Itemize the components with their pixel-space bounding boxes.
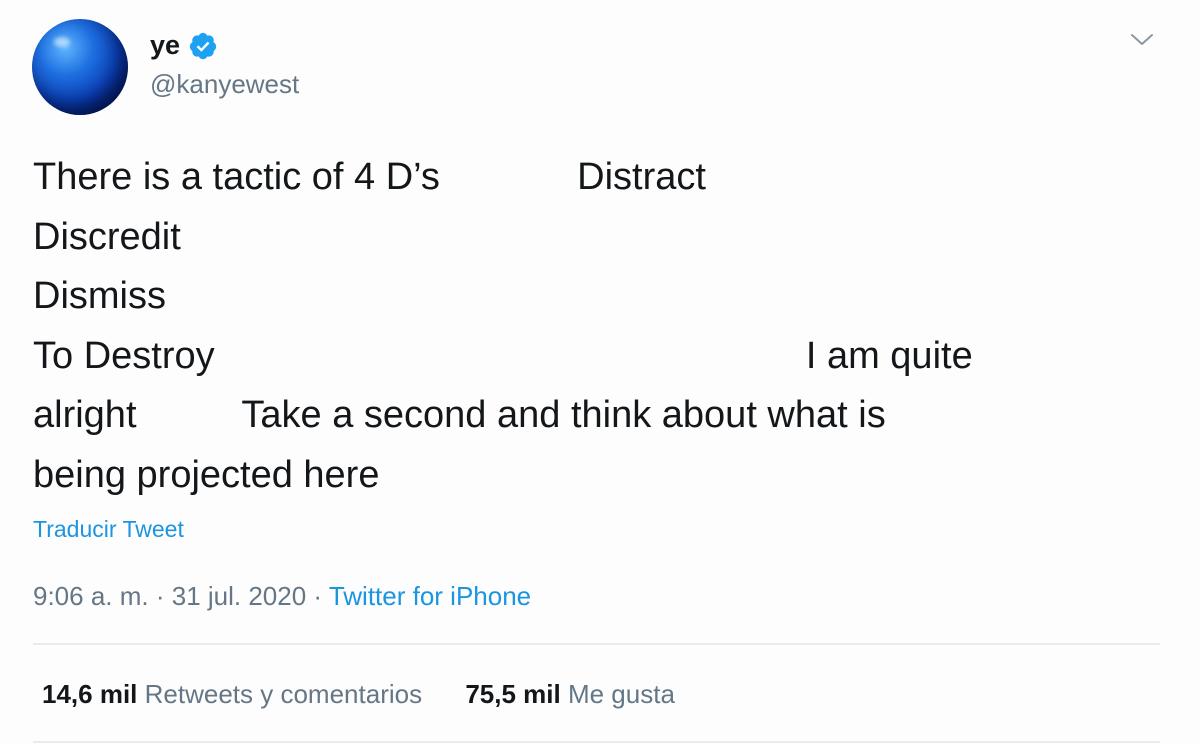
meta-separator: · [148, 581, 172, 611]
retweets-label: Retweets y comentarios [144, 679, 423, 709]
divider [33, 741, 1160, 743]
display-name[interactable]: ye [150, 28, 180, 62]
retweets-count: 14,6 mil [42, 679, 138, 709]
likes-label: Me gusta [567, 679, 675, 709]
likes-stat[interactable]: 75,5 mil Me gusta [465, 676, 675, 712]
tweet-stats: 14,6 mil Retweets y comentarios 75,5 mil… [42, 676, 675, 712]
chevron-down-icon[interactable] [1128, 30, 1156, 50]
divider [33, 643, 1160, 645]
verified-badge-icon [189, 32, 217, 60]
tweet-date[interactable]: 31 jul. 2020 [172, 581, 306, 611]
tweet-time[interactable]: 9:06 a. m. [33, 581, 149, 611]
tweet-text: There is a tactic of 4 D’s Distract Disc… [33, 156, 973, 496]
avatar[interactable] [32, 19, 128, 115]
tweet-card: ye @kanyewest There is a tactic of 4 D’s… [0, 0, 1200, 745]
meta-separator: · [306, 581, 329, 611]
retweets-stat[interactable]: 14,6 mil Retweets y comentarios [42, 676, 422, 712]
translate-tweet-link[interactable]: Traducir Tweet [33, 513, 184, 545]
likes-count: 75,5 mil [465, 679, 561, 709]
user-handle[interactable]: @kanyewest [150, 67, 299, 101]
tweet-source-link[interactable]: Twitter for iPhone [329, 581, 531, 611]
tweet-metadata: 9:06 a. m. · 31 jul. 2020 · Twitter for … [33, 578, 531, 614]
